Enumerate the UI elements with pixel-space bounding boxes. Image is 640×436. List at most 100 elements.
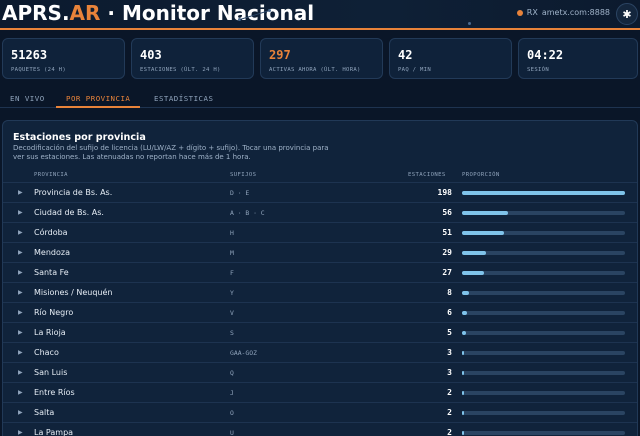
province-row[interactable]: ▶ La Pampa U 2 [3,422,637,436]
province-suffixes: S [230,329,234,337]
chevron-right-icon[interactable]: ▶ [18,249,23,256]
station-count: 2 [447,408,452,417]
chevron-right-icon[interactable]: ▶ [18,189,23,196]
app-header: APRS.AR · Monitor Nacional RX ametx.com:… [0,0,640,30]
proportion-bar [462,211,625,215]
chevron-right-icon[interactable]: ▶ [18,229,23,236]
proportion-bar [462,271,625,275]
proportion-bar [462,191,625,195]
title-ar: AR [69,1,101,25]
proportion-bar-fill [462,291,469,295]
province-suffixes: H [230,229,234,237]
province-row[interactable]: ▶ Ciudad de Bs. As. A · B · C 56 [3,202,637,222]
chevron-right-icon[interactable]: ▶ [18,309,23,316]
province-name: Mendoza [34,248,70,257]
stat-label: ACTIVAS AHORA (ÚLT. HORA) [269,67,361,73]
province-panel: Estaciones por provincia Decodificación … [2,120,638,436]
chevron-right-icon[interactable]: ▶ [18,369,23,376]
chevron-right-icon[interactable]: ▶ [18,209,23,216]
proportion-bar-fill [462,431,464,435]
station-count: 198 [437,188,452,197]
province-name: Santa Fe [34,268,69,277]
province-name: Misiones / Neuquén [34,288,113,297]
province-name: Ciudad de Bs. As. [34,208,104,217]
stat-label: PAQ / MIN [398,67,432,73]
province-row[interactable]: ▶ Entre Ríos J 2 [3,382,637,402]
station-count: 3 [447,368,452,377]
panel-title: Estaciones por provincia [13,132,146,143]
chevron-right-icon[interactable]: ▶ [18,329,23,336]
province-suffixes: M [230,249,234,257]
province-row[interactable]: ▶ Chaco GAA-GOZ 3 [3,342,637,362]
chevron-right-icon[interactable]: ▶ [18,349,23,356]
chevron-right-icon[interactable]: ▶ [18,429,23,436]
proportion-bar [462,231,625,235]
proportion-bar [462,331,625,335]
column-header-stations: ESTACIONES [408,172,446,178]
chevron-right-icon[interactable]: ▶ [18,269,23,276]
station-count: 2 [447,428,452,436]
settings-button[interactable]: ✱ [616,3,638,25]
province-row[interactable]: ▶ Misiones / Neuquén Y 8 [3,282,637,302]
tab-by-province[interactable]: POR PROVINCIA [66,94,130,103]
station-count: 2 [447,388,452,397]
province-row[interactable]: ▶ San Luis Q 3 [3,362,637,382]
rx-status-dot-icon [516,9,523,16]
province-row[interactable]: ▶ Córdoba H 51 [3,222,637,242]
stat-label: PAQUETES (24 H) [11,67,67,73]
tab-statistics[interactable]: ESTADÍSTICAS [154,94,213,103]
column-header-suffixes: SUFIJOS [230,172,257,178]
stat-card-stations: 403 ESTACIONES (ÚLT. 24 H) [131,38,254,79]
province-name: Provincia de Bs. As. [34,188,113,197]
gear-icon: ✱ [622,7,632,21]
stat-card-session: 04:22 SESIÓN [518,38,638,79]
province-row[interactable]: ▶ Provincia de Bs. As. D · E 198 [3,182,637,202]
proportion-bar-fill [462,251,486,255]
constellation-dot [468,22,471,25]
column-header-proportion: PROPORCIÓN [462,172,500,178]
stat-label: ESTACIONES (ÚLT. 24 H) [140,67,221,73]
stat-card-packets: 51263 PAQUETES (24 H) [2,38,125,79]
proportion-bar-fill [462,191,625,195]
province-name: Córdoba [34,228,68,237]
province-row[interactable]: ▶ Salta O 2 [3,402,637,422]
proportion-bar-fill [462,211,508,215]
province-suffixes: J [230,389,234,397]
proportion-bar-fill [462,311,467,315]
province-suffixes: Q [230,369,234,377]
station-count: 6 [447,308,452,317]
stat-value: 51263 [11,48,48,62]
province-suffixes: D · E [230,189,250,197]
province-suffixes: V [230,309,234,317]
stat-value: 297 [269,48,291,62]
station-count: 5 [447,328,452,337]
province-row[interactable]: ▶ Mendoza M 29 [3,242,637,262]
stat-card-active: 297 ACTIVAS AHORA (ÚLT. HORA) [260,38,383,79]
chevron-right-icon[interactable]: ▶ [18,289,23,296]
column-header-province: PROVINCIA [34,172,68,178]
stat-card-rate: 42 PAQ / MIN [389,38,512,79]
proportion-bar-fill [462,371,464,375]
province-suffixes: A · B · C [230,209,265,217]
province-name: Chaco [34,348,59,357]
title-aprs: APRS. [2,1,70,25]
province-name: Salta [34,408,55,417]
stat-value: 42 [398,48,413,62]
province-suffixes: O [230,409,234,417]
station-count: 27 [442,268,452,277]
province-row[interactable]: ▶ Santa Fe F 27 [3,262,637,282]
chevron-right-icon[interactable]: ▶ [18,409,23,416]
proportion-bar-fill [462,351,464,355]
province-row[interactable]: ▶ La Rioja S 5 [3,322,637,342]
proportion-bar [462,391,625,395]
tab-live[interactable]: EN VIVO [10,94,45,103]
proportion-bar [462,311,625,315]
province-row[interactable]: ▶ Río Negro V 6 [3,302,637,322]
province-name: Río Negro [34,308,74,317]
proportion-bar-fill [462,331,466,335]
province-suffixes: Y [230,289,234,297]
province-suffixes: U [230,429,234,436]
chevron-right-icon[interactable]: ▶ [18,389,23,396]
station-count: 56 [442,208,452,217]
proportion-bar [462,251,625,255]
